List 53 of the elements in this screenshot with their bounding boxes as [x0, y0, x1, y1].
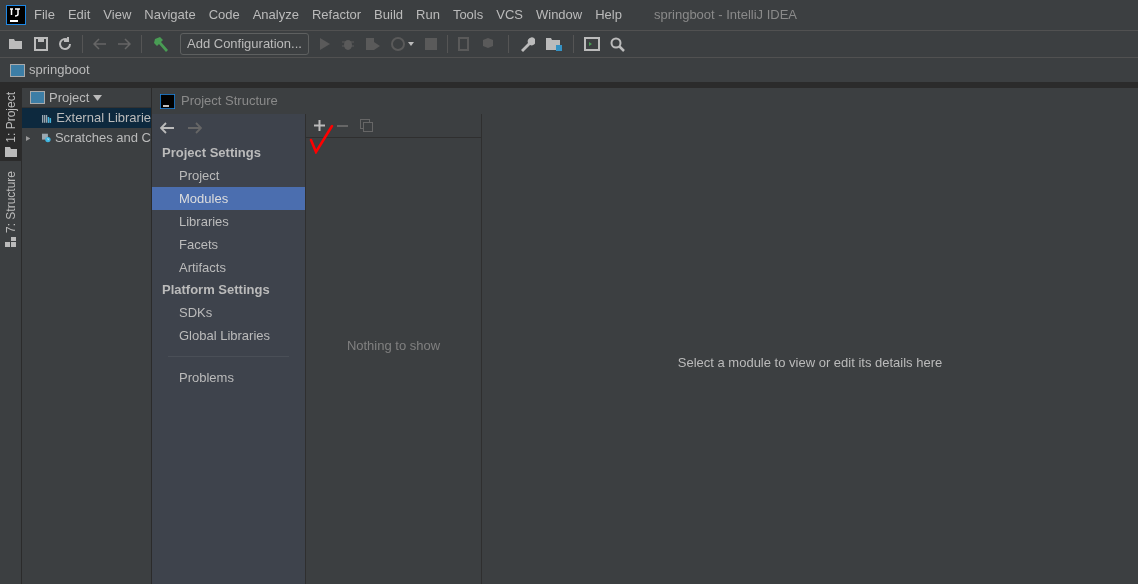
hammer-icon[interactable]: [152, 36, 170, 52]
search-icon[interactable]: [609, 36, 625, 52]
menu-item[interactable]: Tools: [452, 5, 484, 25]
panel-icon: [30, 91, 45, 104]
empty-list-text: Nothing to show: [346, 337, 441, 356]
tree-item[interactable]: Scratches and C: [22, 128, 151, 148]
nav-item[interactable]: Problems: [152, 366, 305, 389]
section-heading: Platform Settings: [161, 281, 271, 300]
folder-icon: [4, 146, 17, 157]
tool-window-tab[interactable]: 7: Structure: [0, 166, 21, 251]
nav-item[interactable]: Facets: [152, 233, 305, 256]
back-arrow-icon[interactable]: [160, 122, 175, 134]
panel-title[interactable]: Project: [49, 88, 90, 108]
nav-item[interactable]: Artifacts: [152, 256, 305, 279]
app-logo-icon: [6, 5, 26, 25]
detail-hint-text: Select a module to view or edit its details here: [677, 354, 943, 373]
window-title: springboot - IntelliJ IDEA: [653, 6, 798, 25]
save-icon[interactable]: [34, 37, 48, 51]
tree-item[interactable]: External Librarie: [22, 108, 151, 128]
menu-item[interactable]: Window: [535, 5, 583, 25]
app-logo-icon: [160, 93, 175, 109]
expand-arrow-icon[interactable]: [26, 133, 31, 143]
menu-item[interactable]: Build: [374, 5, 403, 25]
menu-item[interactable]: VCS: [496, 5, 523, 25]
refresh-icon[interactable]: [58, 37, 72, 51]
menu-item[interactable]: Run: [416, 5, 440, 25]
profile-icon[interactable]: [390, 37, 415, 51]
menu-item[interactable]: File: [34, 5, 55, 25]
checkmark-annotation-drawing: [309, 124, 335, 154]
section-heading: Project Settings: [161, 144, 262, 163]
breadcrumb-item[interactable]: springboot: [29, 60, 90, 80]
nav-item[interactable]: SDKs: [152, 301, 305, 324]
menu-item[interactable]: Navigate: [144, 5, 196, 25]
folder-icon[interactable]: [8, 37, 24, 51]
folder-grid-icon[interactable]: [544, 37, 563, 51]
add-icon[interactable]: [314, 120, 325, 131]
menu-item[interactable]: Refactor: [311, 5, 362, 25]
menu-item[interactable]: View: [103, 5, 132, 25]
nav-item[interactable]: Global Libraries: [152, 324, 305, 347]
nav-item[interactable]: Project: [152, 164, 305, 187]
nav-item[interactable]: Libraries: [152, 210, 305, 233]
dialog-title: Project Structure: [181, 92, 278, 111]
menu-item[interactable]: Help: [595, 5, 622, 25]
run-configuration-button[interactable]: Add Configuration...: [180, 33, 309, 55]
menu-item[interactable]: Edit: [67, 5, 91, 25]
structure-icon: [4, 236, 17, 247]
menu-item[interactable]: Code: [208, 5, 240, 25]
tool-window-tab[interactable]: 1: Project: [0, 88, 21, 161]
dropdown-caret-icon[interactable]: [93, 94, 103, 101]
module-icon: [10, 63, 25, 77]
nav-item[interactable]: Modules: [152, 187, 305, 210]
menu-item[interactable]: Analyze: [252, 5, 299, 25]
terminal-window-icon[interactable]: [583, 37, 600, 51]
